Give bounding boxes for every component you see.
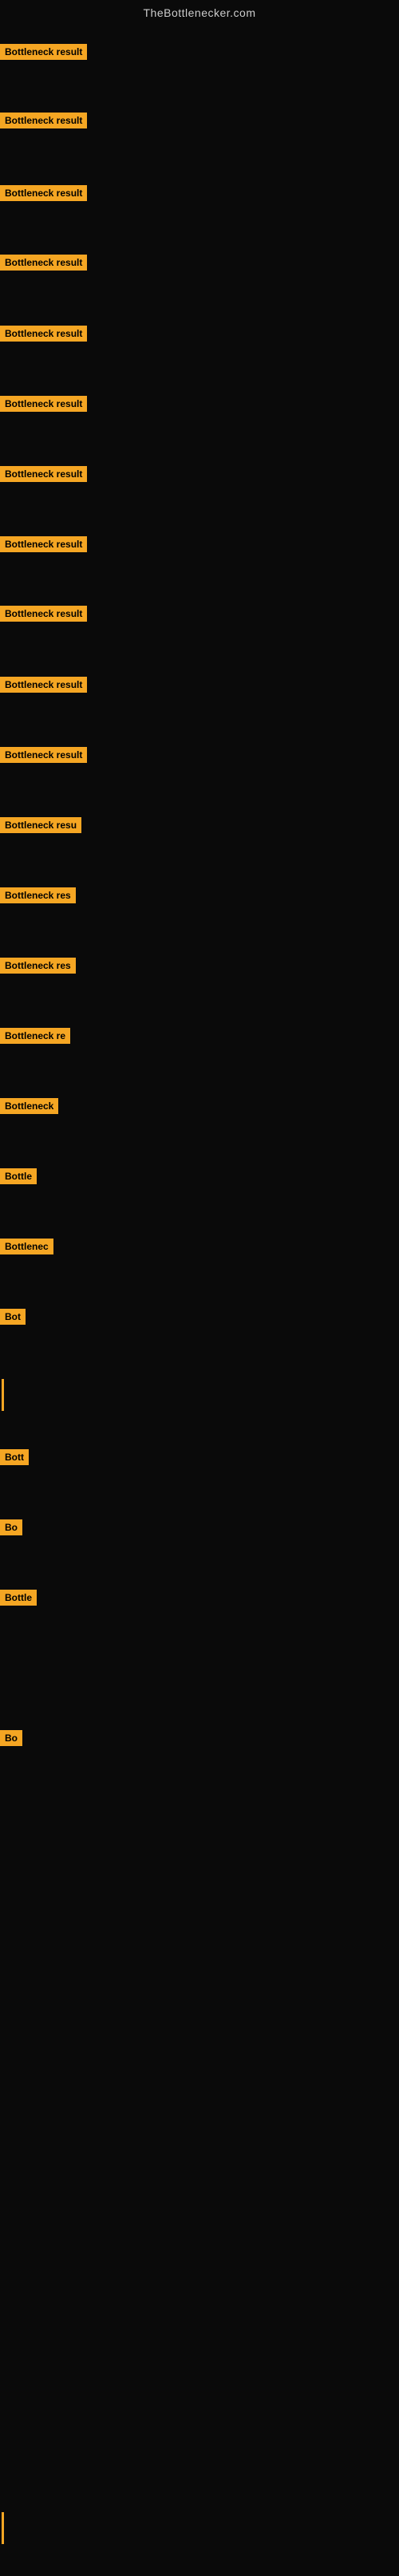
bottleneck-badge: Bot [0,1309,26,1325]
bottleneck-badge: Bottle [0,1168,37,1184]
bottleneck-result-item: Bottleneck res [0,958,76,978]
bottleneck-result-item: Bottle [0,1168,37,1188]
vertical-indicator [2,1379,4,1411]
bottleneck-result-item: Bottleneck result [0,113,87,132]
bottleneck-result-item: Bottleneck result [0,396,87,416]
bottleneck-badge: Bottleneck result [0,677,87,693]
bottleneck-result-item: Bo [0,1519,22,1539]
bottleneck-badge: Bottleneck result [0,466,87,482]
site-title: TheBottlenecker.com [0,0,399,22]
bottleneck-result-item: Bottleneck result [0,677,87,697]
bottleneck-badge: Bottleneck res [0,887,76,903]
bottleneck-badge: Bottlenec [0,1239,53,1254]
bottleneck-badge: Bottleneck result [0,747,87,763]
vertical-indicator [2,2512,4,2544]
bottleneck-result-item: Bottleneck result [0,185,87,205]
bottleneck-badge: Bo [0,1730,22,1746]
bottleneck-result-item: Bottleneck result [0,747,87,767]
bottleneck-badge: Bottleneck result [0,255,87,271]
bottleneck-badge: Bottleneck result [0,44,87,60]
bottleneck-badge: Bottleneck result [0,185,87,201]
bottleneck-result-item: Bo [0,1730,22,1750]
bottleneck-badge: Bottleneck result [0,113,87,128]
bottleneck-result-item: Bottleneck result [0,255,87,275]
bottleneck-result-item: Bottleneck result [0,466,87,486]
bottleneck-badge: Bottleneck re [0,1028,70,1044]
bottleneck-result-item: Bott [0,1449,29,1469]
bottleneck-badge: Bottleneck result [0,606,87,622]
bottleneck-badge: Bottleneck result [0,326,87,342]
bottleneck-result-item: Bottleneck resu [0,817,81,837]
bottleneck-result-item: Bottleneck [0,1098,58,1118]
bottleneck-result-item: Bottleneck result [0,536,87,556]
bottleneck-badge: Bo [0,1519,22,1535]
bottleneck-badge: Bottleneck resu [0,817,81,833]
bottleneck-result-item: Bot [0,1309,26,1329]
bottleneck-badge: Bottleneck result [0,396,87,412]
bottleneck-badge: Bottle [0,1590,37,1606]
bottleneck-result-item: Bottleneck res [0,887,76,907]
bottleneck-result-item: Bottleneck result [0,44,87,64]
bottleneck-result-item: Bottle [0,1590,37,1610]
bottleneck-result-item: Bottleneck result [0,606,87,626]
bottleneck-result-item: Bottleneck result [0,326,87,346]
bottleneck-result-item: Bottleneck re [0,1028,70,1048]
bottleneck-result-item: Bottlenec [0,1239,53,1258]
bottleneck-badge: Bottleneck result [0,536,87,552]
bottleneck-badge: Bottleneck res [0,958,76,974]
bottleneck-badge: Bottleneck [0,1098,58,1114]
bottleneck-badge: Bott [0,1449,29,1465]
